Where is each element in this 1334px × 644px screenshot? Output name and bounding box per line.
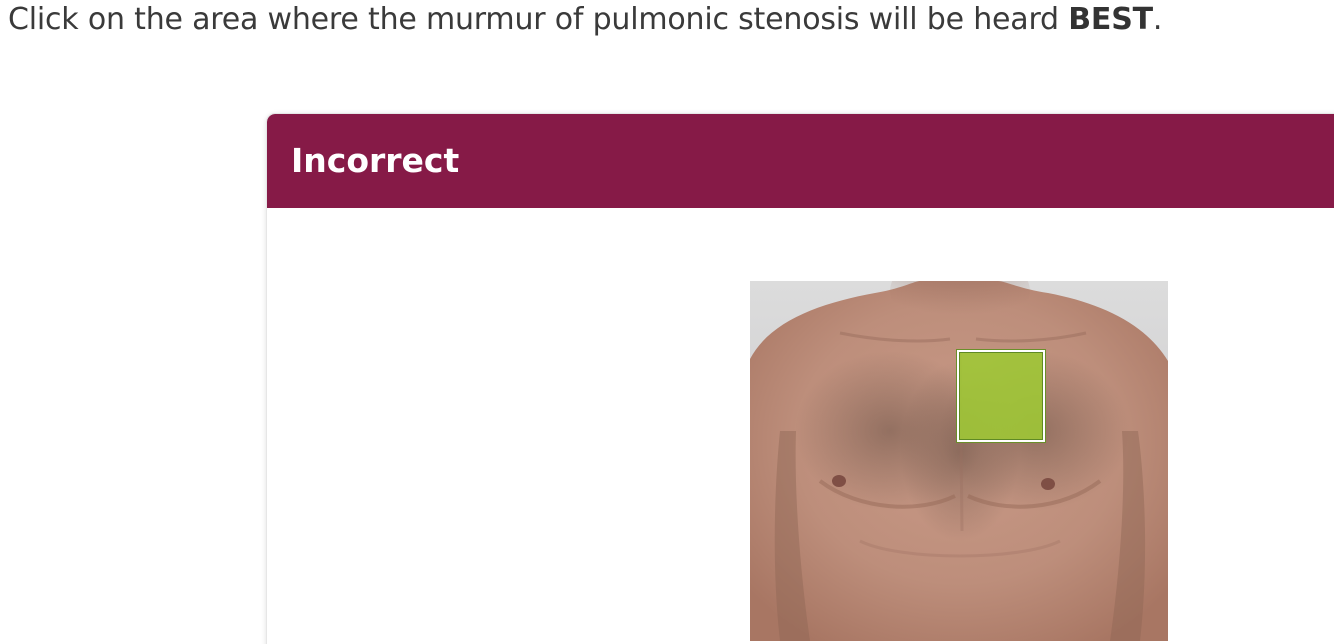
chest-image-area[interactable] [750, 281, 1168, 641]
question-emphasis: BEST [1068, 2, 1153, 37]
feedback-header: Incorrect [267, 114, 1334, 208]
question-text: Click on the area where the murmur of pu… [8, 0, 1334, 40]
answer-hotspot[interactable] [956, 349, 1046, 443]
question-prefix: Click on the area where the murmur of pu… [8, 2, 1069, 37]
question-suffix: . [1152, 2, 1163, 37]
page: Click on the area where the murmur of pu… [0, 0, 1334, 644]
feedback-title: Incorrect [291, 141, 460, 180]
feedback-panel: Incorrect [267, 114, 1334, 644]
chest-image [750, 281, 1168, 641]
